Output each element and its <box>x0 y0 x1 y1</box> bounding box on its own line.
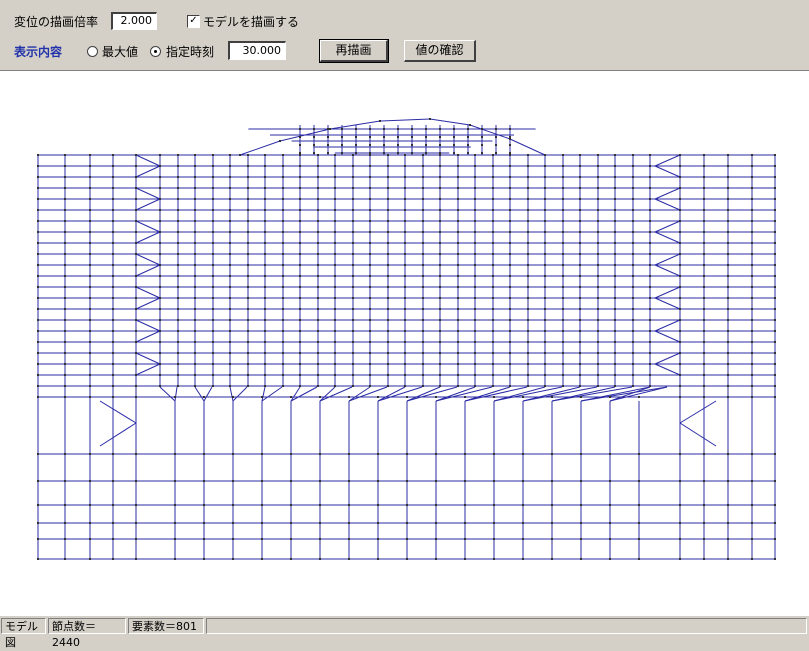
status-node-count: 節点数＝2440 <box>48 618 126 649</box>
toolbar: 変位の描画倍率 2.000 ✓ モデルを描画する 表示内容 最大値 指定時刻 3… <box>0 0 809 70</box>
scale-label: 変位の描画倍率 <box>14 15 99 29</box>
scale-input[interactable]: 2.000 <box>111 12 157 30</box>
status-element-count: 要素数＝801 <box>128 618 204 634</box>
status-spare <box>206 618 807 634</box>
display-label: 表示内容 <box>14 45 63 59</box>
radio-max[interactable] <box>87 46 98 57</box>
status-bar: モデル図 節点数＝2440 要素数＝801 <box>0 617 809 649</box>
draw-model-label: モデルを描画する <box>203 15 300 29</box>
time-input[interactable]: 30.000 <box>228 41 286 60</box>
redraw-button[interactable]: 再描画 <box>319 39 389 63</box>
confirm-values-button[interactable]: 値の確認 <box>404 40 476 62</box>
model-canvas[interactable] <box>0 70 809 616</box>
fem-mesh <box>37 118 776 560</box>
check-icon: ✓ <box>189 15 198 26</box>
radio-max-label: 最大値 <box>102 45 139 59</box>
draw-model-checkbox[interactable]: ✓ <box>187 15 200 28</box>
status-view: モデル図 <box>1 618 46 649</box>
radio-time[interactable] <box>150 46 161 57</box>
mesh-lines <box>37 118 776 560</box>
radio-time-label: 指定時刻 <box>166 45 215 59</box>
